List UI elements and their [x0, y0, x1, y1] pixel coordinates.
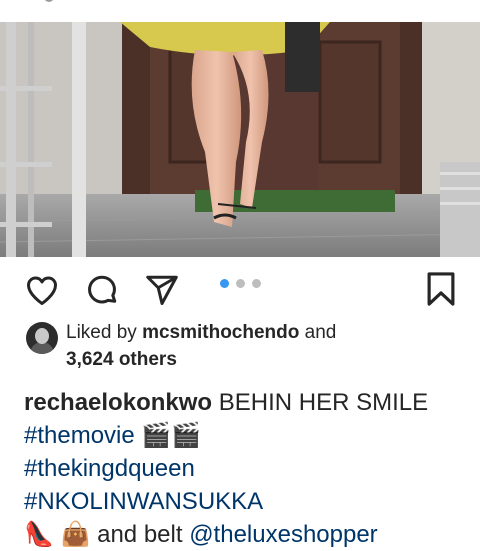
liked-by-others-link[interactable]: 3,624 others: [66, 349, 177, 371]
caption-line-3: #thekingdqueen: [24, 452, 474, 485]
mention-link[interactable]: @theluxeshopper: [189, 521, 377, 548]
caption-line-1: rechaelokonkwo BEHIN HER SMILE: [24, 386, 474, 419]
caption-line-5: 👠 👜 and belt @theluxeshopper: [24, 518, 474, 551]
caption-line-4: #NKOLINWANSUKKA: [24, 485, 474, 518]
carousel-indicator: [220, 279, 270, 289]
liked-by-prefix: Liked by: [66, 322, 137, 343]
carousel-dot: [252, 279, 261, 288]
post-photo-illustration: [0, 22, 480, 257]
liker-avatar[interactable]: [26, 322, 58, 354]
hashtag-link[interactable]: #NKOLINWANSUKKA: [24, 488, 263, 515]
send-icon[interactable]: [144, 272, 180, 308]
likes-section: Liked by mcsmithochendo and 3,624 others: [26, 322, 466, 372]
author-username[interactable]: rechaelokonkwo: [24, 389, 212, 416]
carousel-dot: [236, 279, 245, 288]
liked-by-user-link[interactable]: mcsmithochendo: [142, 322, 299, 343]
post-photo[interactable]: [0, 22, 480, 257]
accessory-emoji: 👠 👜: [24, 521, 91, 548]
liked-by-and: and: [304, 322, 337, 343]
heart-icon[interactable]: [24, 272, 60, 308]
caption-text: BEHIN HER SMILE: [218, 389, 429, 416]
avatar-face: [35, 328, 49, 344]
hashtag-link[interactable]: #themovie: [24, 422, 135, 449]
bookmark-icon[interactable]: [422, 270, 460, 308]
clapper-emoji: 🎬🎬: [141, 422, 202, 449]
post-caption: rechaelokonkwo BEHIN HER SMILE #themovie…: [24, 386, 474, 551]
caption-line5-text: and belt: [97, 521, 183, 548]
caption-line-2: #themovie 🎬🎬: [24, 419, 474, 452]
hashtag-link[interactable]: #thekingdqueen: [24, 455, 195, 482]
top-indicator: [44, 0, 54, 2]
comment-icon[interactable]: [84, 272, 120, 308]
post-actions: [0, 262, 480, 318]
top-strip: [0, 0, 480, 23]
liked-by-line: Liked by mcsmithochendo and: [66, 322, 336, 344]
carousel-dot-active: [220, 279, 229, 288]
